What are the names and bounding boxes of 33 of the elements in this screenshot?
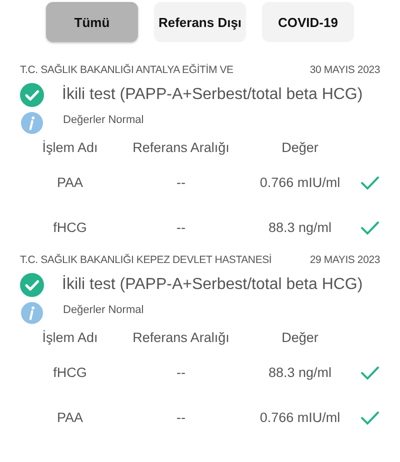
table-cell-text: -- [176,220,186,235]
table-cell-text: -- [176,410,186,425]
table-cell-text: PAA [56,175,84,190]
info-icon [21,302,43,324]
column-header: Referans Aralığı [132,140,230,154]
table-cell-text: 0.766 mIU/ml [258,410,342,425]
table-cell-text: PAA [56,410,84,425]
info-icon [21,112,43,134]
test-name: İkili test (PAPP-A+Serbest/total beta HCG) [62,86,363,104]
column-header: İşlem Adı [41,140,99,154]
check-circle-icon [20,83,44,107]
table-cell-text: -- [176,365,186,380]
filter-tab[interactable]: Referans Dışı [154,2,246,42]
filter-tab[interactable]: Tümü [46,2,138,42]
filter-tab[interactable]: COVID-19 [262,2,354,42]
check-circle-icon [20,273,44,297]
table-cell-text: 0.766 mIU/ml [258,175,342,190]
column-header: Referans Aralığı [132,330,230,344]
table-cell-text: fHCG [52,220,88,235]
table-cell-text: -- [176,175,186,190]
institution-name: T.C. SAĞLIK BAKANLIĞI KEPEZ DEVLET HASTANESİ [20,254,272,266]
table-cell-text: 88.3 ng/ml [267,365,333,380]
column-header: Değer [280,140,320,154]
column-header: Değer [280,330,320,344]
column-header: İşlem Adı [41,330,99,344]
result-note: Değerler Normal [63,114,144,126]
test-name: İkili test (PAPP-A+Serbest/total beta HCG) [62,276,363,294]
result-note: Değerler Normal [63,304,144,316]
institution-name: T.C. SAĞLIK BAKANLIĞI ANTALYA EĞİTİM VE [20,64,234,76]
table-cell-text: 88.3 ng/ml [267,220,333,235]
report-date: 29 MAYIS 2023 [310,254,380,266]
report-date: 30 MAYIS 2023 [310,64,380,76]
table-cell-text: fHCG [52,365,88,380]
